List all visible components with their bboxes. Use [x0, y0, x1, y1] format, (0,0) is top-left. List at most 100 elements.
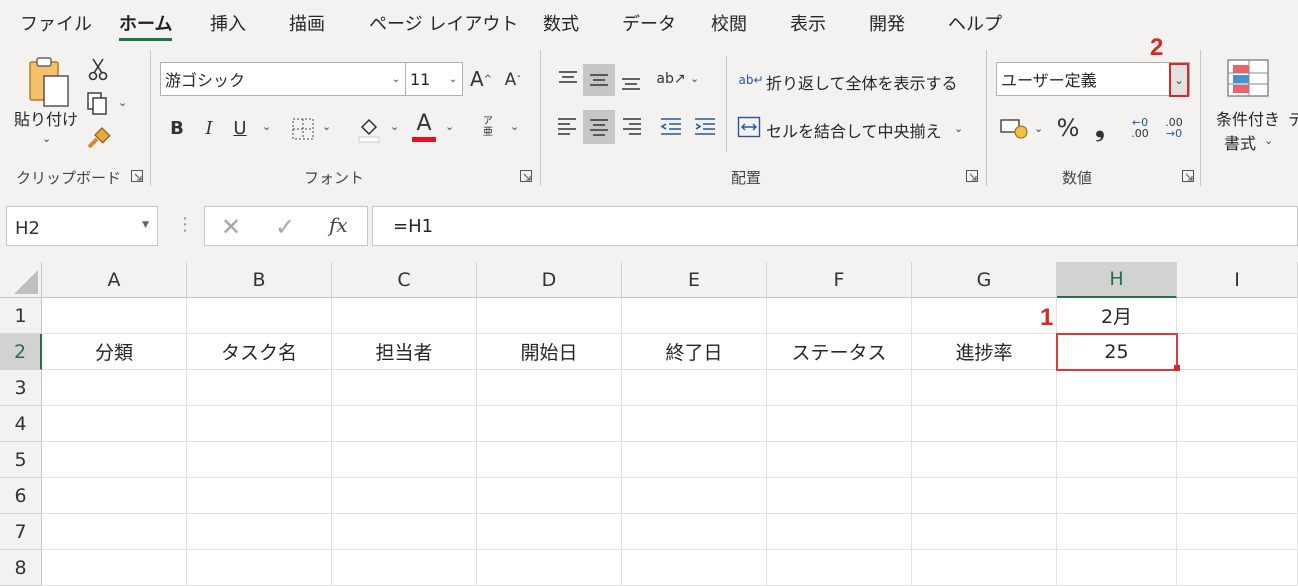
cell-b1[interactable]	[187, 298, 332, 334]
cut-icon[interactable]	[86, 56, 110, 82]
clipboard-launcher-icon[interactable]	[131, 170, 143, 182]
cell-h1[interactable]: 2月	[1057, 298, 1177, 334]
cell-h3[interactable]	[1057, 370, 1177, 406]
tab-view[interactable]: 表示	[790, 10, 826, 36]
insert-function-icon[interactable]: fx	[329, 213, 348, 237]
copy-dropdown-icon[interactable]: ⌄	[118, 96, 127, 109]
conditional-formatting-dropdown-icon[interactable]: ⌄	[1264, 134, 1273, 147]
cell-d8[interactable]	[477, 550, 622, 586]
formula-input[interactable]: =H1	[372, 206, 1298, 246]
underline-dropdown-icon[interactable]: ⌄	[262, 120, 271, 133]
cell-i4[interactable]	[1177, 406, 1298, 442]
italic-button[interactable]: I	[198, 114, 220, 142]
column-header-b[interactable]: B	[187, 262, 332, 298]
cell-d1[interactable]	[477, 298, 622, 334]
name-box-dropdown-icon[interactable]: ▼	[142, 220, 149, 230]
cell-g5[interactable]	[912, 442, 1057, 478]
cell-a8[interactable]	[42, 550, 187, 586]
cell-b4[interactable]	[187, 406, 332, 442]
row-header-7[interactable]: 7	[0, 514, 42, 550]
cell-c7[interactable]	[332, 514, 477, 550]
cell-c8[interactable]	[332, 550, 477, 586]
row-header-3[interactable]: 3	[0, 370, 42, 406]
wrap-text-icon[interactable]: ab↵	[738, 66, 764, 94]
format-painter-icon[interactable]	[84, 126, 112, 152]
borders-dropdown-icon[interactable]: ⌄	[322, 120, 331, 133]
increase-font-size-icon[interactable]: A ^	[468, 66, 494, 92]
cell-e6[interactable]	[622, 478, 767, 514]
conditional-formatting-icon[interactable]	[1226, 58, 1270, 98]
cell-b2[interactable]: タスク名	[187, 334, 332, 370]
cell-c2[interactable]: 担当者	[332, 334, 477, 370]
fill-handle[interactable]	[1174, 365, 1180, 371]
tab-data[interactable]: データ	[622, 10, 676, 36]
decrease-indent-icon[interactable]	[656, 110, 686, 142]
comma-style-button[interactable]: ❟	[1090, 112, 1110, 144]
accounting-format-icon[interactable]	[998, 114, 1030, 142]
merge-center-icon[interactable]	[736, 114, 762, 140]
cell-f1[interactable]	[767, 298, 912, 334]
cell-a7[interactable]	[42, 514, 187, 550]
phonetic-guide-icon[interactable]: ア 亜	[478, 112, 498, 142]
cell-a4[interactable]	[42, 406, 187, 442]
cell-c4[interactable]	[332, 406, 477, 442]
font-size-select[interactable]: 11 ⌄	[405, 62, 463, 96]
row-header-4[interactable]: 4	[0, 406, 42, 442]
cell-h2[interactable]: 25	[1057, 334, 1177, 370]
column-header-h[interactable]: H	[1057, 262, 1177, 298]
cell-f7[interactable]	[767, 514, 912, 550]
orientation-dropdown-icon[interactable]: ⌄	[690, 72, 699, 85]
fill-color-dropdown-icon[interactable]: ⌄	[390, 120, 399, 133]
cell-d4[interactable]	[477, 406, 622, 442]
enter-check-icon[interactable]: ✓	[275, 213, 295, 241]
cell-e2[interactable]: 終了日	[622, 334, 767, 370]
name-box[interactable]: H2 ▼	[6, 206, 158, 246]
paste-button-label[interactable]: 貼り付け	[14, 106, 78, 130]
cell-i2[interactable]	[1177, 334, 1298, 370]
cell-g1[interactable]	[912, 298, 1057, 334]
merge-dropdown-icon[interactable]: ⌄	[954, 122, 963, 135]
cell-i6[interactable]	[1177, 478, 1298, 514]
decrease-font-size-icon[interactable]: Aˇ	[500, 68, 526, 92]
cell-h4[interactable]	[1057, 406, 1177, 442]
cell-g4[interactable]	[912, 406, 1057, 442]
bold-button[interactable]: B	[166, 114, 188, 142]
font-color-dropdown-icon[interactable]: ⌄	[445, 120, 454, 133]
cell-b5[interactable]	[187, 442, 332, 478]
cell-c5[interactable]	[332, 442, 477, 478]
decrease-decimal-icon[interactable]: .00 →0	[1160, 112, 1188, 144]
cell-i7[interactable]	[1177, 514, 1298, 550]
cell-d7[interactable]	[477, 514, 622, 550]
align-middle-icon[interactable]	[583, 64, 615, 96]
cell-b8[interactable]	[187, 550, 332, 586]
tab-page-layout[interactable]: ページ レイアウト	[369, 10, 518, 36]
copy-icon[interactable]	[84, 90, 110, 116]
cell-f3[interactable]	[767, 370, 912, 406]
conditional-formatting-label-1[interactable]: 条件付き	[1216, 106, 1280, 130]
cell-h6[interactable]	[1057, 478, 1177, 514]
conditional-formatting-label-2[interactable]: 書式	[1224, 130, 1256, 154]
row-header-2[interactable]: 2	[0, 334, 42, 370]
cell-e8[interactable]	[622, 550, 767, 586]
column-header-a[interactable]: A	[42, 262, 187, 298]
cell-f4[interactable]	[767, 406, 912, 442]
cell-f6[interactable]	[767, 478, 912, 514]
cell-h7[interactable]	[1057, 514, 1177, 550]
column-header-e[interactable]: E	[622, 262, 767, 298]
font-color-icon[interactable]: A	[410, 110, 438, 144]
align-left-icon[interactable]	[552, 110, 582, 142]
column-header-i[interactable]: I	[1177, 262, 1298, 298]
tab-help[interactable]: ヘルプ	[948, 10, 1002, 36]
increase-decimal-icon[interactable]: ←0.00	[1126, 112, 1154, 144]
cell-d3[interactable]	[477, 370, 622, 406]
align-right-icon[interactable]	[617, 110, 647, 142]
orientation-icon[interactable]: ab↗	[656, 64, 686, 94]
cell-f5[interactable]	[767, 442, 912, 478]
number-format-select[interactable]: ユーザー定義	[996, 62, 1190, 96]
cell-e1[interactable]	[622, 298, 767, 334]
cell-d2[interactable]: 開始日	[477, 334, 622, 370]
row-header-5[interactable]: 5	[0, 442, 42, 478]
tab-developer[interactable]: 開発	[869, 10, 905, 36]
number-launcher-icon[interactable]	[1182, 170, 1194, 182]
cell-h5[interactable]	[1057, 442, 1177, 478]
